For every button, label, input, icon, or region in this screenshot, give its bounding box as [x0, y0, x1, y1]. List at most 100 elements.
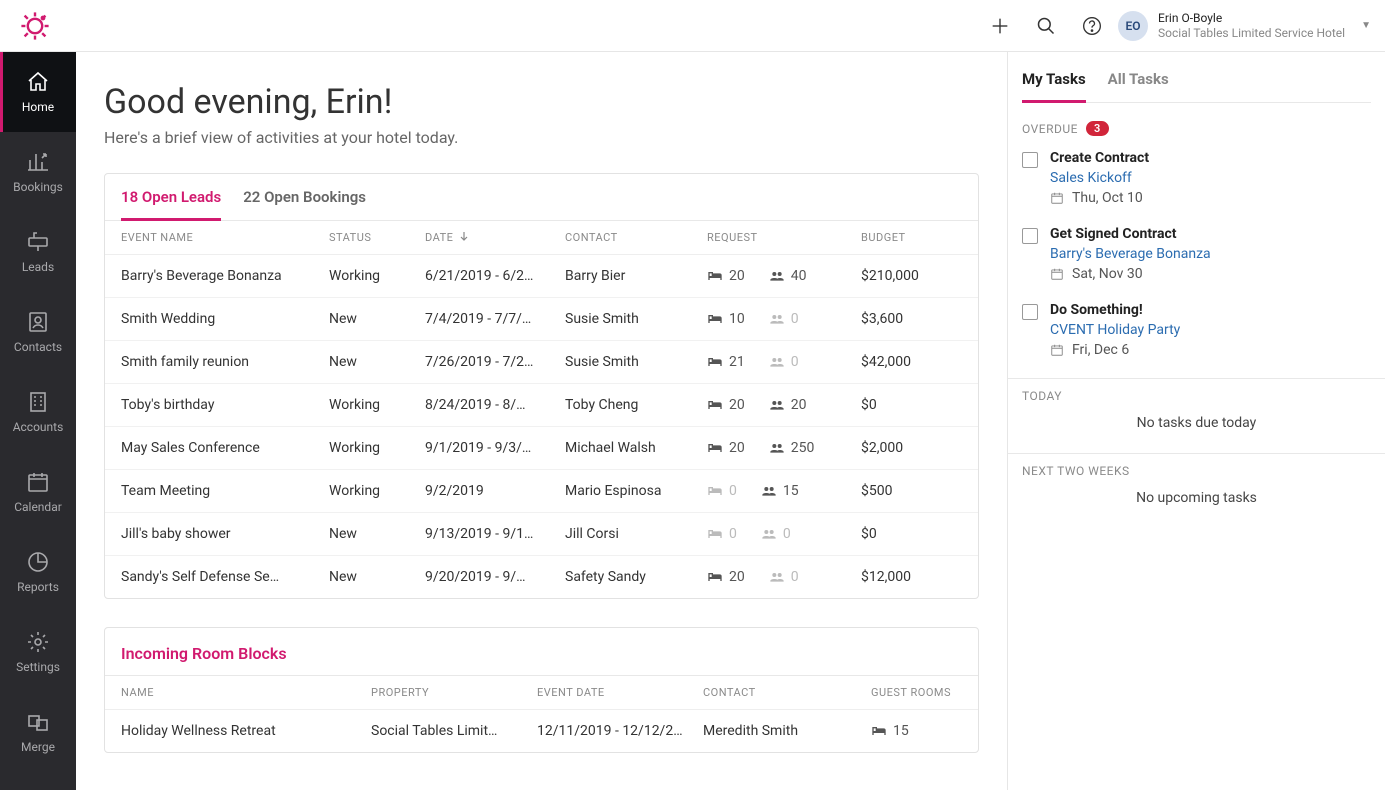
col-header-property[interactable]: PROPERTY: [371, 686, 537, 699]
table-row[interactable]: Smith family reunionNew7/26/2019 - 7/2…S…: [105, 341, 978, 384]
task-checkbox[interactable]: [1022, 228, 1038, 244]
merge-icon: [26, 710, 50, 734]
cell-status: Working: [329, 440, 425, 456]
chart-icon: [26, 150, 50, 174]
sidebar-item-label: Home: [22, 100, 54, 114]
cell-date: 9/20/2019 - 9/…: [425, 569, 565, 585]
col-header-date[interactable]: EVENT DATE: [537, 686, 703, 699]
tab-open-bookings[interactable]: 22 Open Bookings: [243, 188, 366, 220]
task-checkbox[interactable]: [1022, 152, 1038, 168]
col-header-name[interactable]: NAME: [121, 686, 371, 699]
cell-contact: Barry Bier: [565, 268, 707, 284]
bed-icon: 20: [707, 268, 745, 284]
table-row[interactable]: Smith WeddingNew7/4/2019 - 7/7/…Susie Sm…: [105, 298, 978, 341]
sidebar-item-label: Accounts: [13, 420, 64, 434]
table-row[interactable]: Sandy's Self Defense Se…New9/20/2019 - 9…: [105, 556, 978, 598]
cell-status: Working: [329, 483, 425, 499]
task-item: Do Something!CVENT Holiday PartyFri, Dec…: [1022, 302, 1371, 358]
cell-request: 015: [707, 483, 861, 499]
cell-contact: Meredith Smith: [703, 723, 871, 739]
cell-budget: $0: [861, 397, 962, 413]
roomblocks-title: Incoming Room Blocks: [105, 628, 978, 676]
tab-all-tasks[interactable]: All Tasks: [1108, 70, 1169, 102]
cell-event: Team Meeting: [121, 483, 329, 499]
cell-request: 00: [707, 526, 861, 542]
table-row[interactable]: Holiday Wellness RetreatSocial Tables Li…: [105, 710, 978, 752]
sidebar-item-merge[interactable]: Merge: [0, 692, 76, 772]
cell-status: New: [329, 311, 425, 327]
people-icon: 40: [769, 268, 807, 284]
bed-icon: 20: [707, 440, 745, 456]
cell-request: 2040: [707, 268, 861, 284]
col-header-rooms[interactable]: GUEST ROOMS: [871, 686, 962, 699]
next-two-weeks-label: NEXT TWO WEEKS: [1008, 453, 1385, 478]
next-empty: No upcoming tasks: [1022, 486, 1371, 522]
sidebar-item-settings[interactable]: Settings: [0, 612, 76, 692]
calendar-icon: [26, 470, 50, 494]
sidebar-item-bookings[interactable]: Bookings: [0, 132, 76, 212]
col-header-contact[interactable]: CONTACT: [565, 231, 707, 244]
help-icon[interactable]: [1080, 14, 1104, 38]
people-icon: 0: [769, 354, 799, 370]
cell-date: 6/21/2019 - 6/2…: [425, 268, 565, 284]
table-row[interactable]: Toby's birthdayWorking8/24/2019 - 8/…Tob…: [105, 384, 978, 427]
roomblocks-card: Incoming Room Blocks NAME PROPERTY EVENT…: [104, 627, 979, 753]
task-link[interactable]: CVENT Holiday Party: [1050, 322, 1180, 338]
sidebar-item-contacts[interactable]: Contacts: [0, 292, 76, 372]
sort-down-icon: [459, 231, 469, 241]
cell-status: Working: [329, 268, 425, 284]
cell-status: Working: [329, 397, 425, 413]
cell-budget: $2,000: [861, 440, 962, 456]
people-icon: 0: [769, 311, 799, 327]
cell-status: New: [329, 569, 425, 585]
sidebar-item-accounts[interactable]: Accounts: [0, 372, 76, 452]
cell-request: 21 0: [707, 354, 861, 370]
chevron-down-icon: ▼: [1361, 20, 1371, 31]
table-row[interactable]: Barry's Beverage BonanzaWorking6/21/2019…: [105, 255, 978, 298]
page-title: Good evening, Erin!: [104, 82, 979, 122]
brand-logo[interactable]: [18, 9, 52, 43]
tab-open-leads[interactable]: 18 Open Leads: [121, 188, 221, 221]
table-row[interactable]: Team MeetingWorking9/2/2019Mario Espinos…: [105, 470, 978, 513]
task-link[interactable]: Barry's Beverage Bonanza: [1050, 246, 1211, 262]
roomblocks-table-header: NAME PROPERTY EVENT DATE CONTACT GUEST R…: [105, 676, 978, 710]
cell-budget: $210,000: [861, 268, 962, 284]
col-header-budget[interactable]: BUDGET: [861, 231, 962, 244]
task-checkbox[interactable]: [1022, 304, 1038, 320]
col-header-event[interactable]: EVENT NAME: [121, 231, 329, 244]
bed-icon: 0: [707, 483, 737, 499]
cell-event: Smith family reunion: [121, 354, 329, 370]
col-header-contact[interactable]: CONTACT: [703, 686, 871, 699]
col-header-request[interactable]: REQUEST: [707, 231, 861, 244]
task-item: Create ContractSales KickoffThu, Oct 10: [1022, 150, 1371, 206]
search-icon[interactable]: [1034, 14, 1058, 38]
table-row[interactable]: May Sales ConferenceWorking9/1/2019 - 9/…: [105, 427, 978, 470]
sidebar-item-label: Settings: [16, 660, 60, 674]
bed-icon: 21: [707, 354, 745, 370]
gear-icon: [26, 630, 50, 654]
people-icon: 0: [761, 526, 791, 542]
cell-event: Sandy's Self Defense Se…: [121, 569, 329, 585]
sidebar-item-calendar[interactable]: Calendar: [0, 452, 76, 532]
cell-event: May Sales Conference: [121, 440, 329, 456]
sidebar-item-reports[interactable]: Reports: [0, 532, 76, 612]
cell-date: 7/4/2019 - 7/7/…: [425, 311, 565, 327]
add-icon[interactable]: [988, 14, 1012, 38]
sidebar-item-leads[interactable]: Leads: [0, 212, 76, 292]
home-icon: [26, 70, 50, 94]
col-header-status[interactable]: STATUS: [329, 231, 425, 244]
cell-event: Barry's Beverage Bonanza: [121, 268, 329, 284]
task-title: Do Something!: [1050, 302, 1180, 318]
tab-my-tasks[interactable]: My Tasks: [1022, 70, 1086, 103]
table-row[interactable]: Jill's baby showerNew9/13/2019 - 9/1…Jil…: [105, 513, 978, 556]
sidebar-item-label: Reports: [17, 580, 59, 594]
cell-budget: $42,000: [861, 354, 962, 370]
cell-budget: $0: [861, 526, 962, 542]
col-header-date[interactable]: DATE: [425, 231, 565, 244]
sidebar-item-home[interactable]: Home: [0, 52, 76, 132]
user-menu[interactable]: EO Erin O-Boyle Social Tables Limited Se…: [1118, 11, 1371, 41]
task-link[interactable]: Sales Kickoff: [1050, 170, 1149, 186]
overdue-count-badge: 3: [1086, 121, 1109, 136]
cell-date: 9/2/2019: [425, 483, 565, 499]
building-icon: [26, 390, 50, 414]
